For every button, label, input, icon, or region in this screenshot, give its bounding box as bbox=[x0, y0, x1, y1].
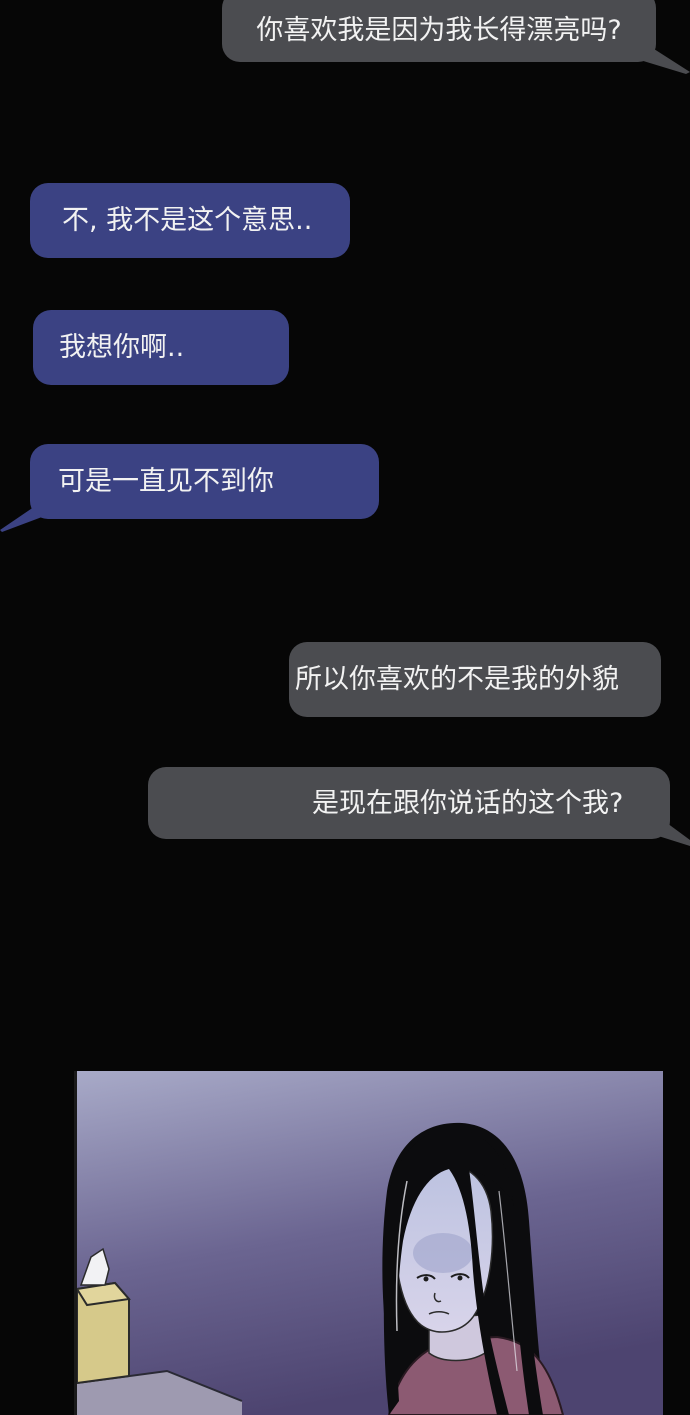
bubble-tail bbox=[640, 40, 690, 74]
bubble-text: 是现在跟你说话的这个我? bbox=[312, 787, 624, 819]
bubble-text: 可是一直见不到你 bbox=[58, 466, 274, 497]
bubble-text: 我想你啊.. bbox=[59, 332, 185, 363]
illustration-panel bbox=[74, 1071, 663, 1415]
speech-bubble: 不, 我不是这个意思.. bbox=[30, 183, 350, 258]
bubble-text: 不, 我不是这个意思.. bbox=[62, 205, 313, 236]
bubble-text: 你喜欢我是因为我长得漂亮吗? bbox=[256, 14, 622, 46]
girl-illustration bbox=[77, 1071, 663, 1415]
speech-bubble: 你喜欢我是因为我长得漂亮吗? bbox=[222, 0, 656, 62]
speech-bubble: 是现在跟你说话的这个我? bbox=[148, 767, 670, 839]
comic-page: 你喜欢我是因为我长得漂亮吗? 不, 我不是这个意思.. 我想你啊.. 可是一直见… bbox=[0, 0, 690, 1415]
bubble-tail bbox=[0, 496, 50, 532]
bubble-text: 所以你喜欢的不是我的外貌 bbox=[295, 664, 619, 695]
speech-bubble: 可是一直见不到你 bbox=[30, 444, 379, 519]
speech-bubble: 我想你啊.. bbox=[33, 310, 289, 385]
speech-bubble: 所以你喜欢的不是我的外貌 bbox=[289, 642, 661, 717]
bubble-tail bbox=[652, 812, 690, 846]
